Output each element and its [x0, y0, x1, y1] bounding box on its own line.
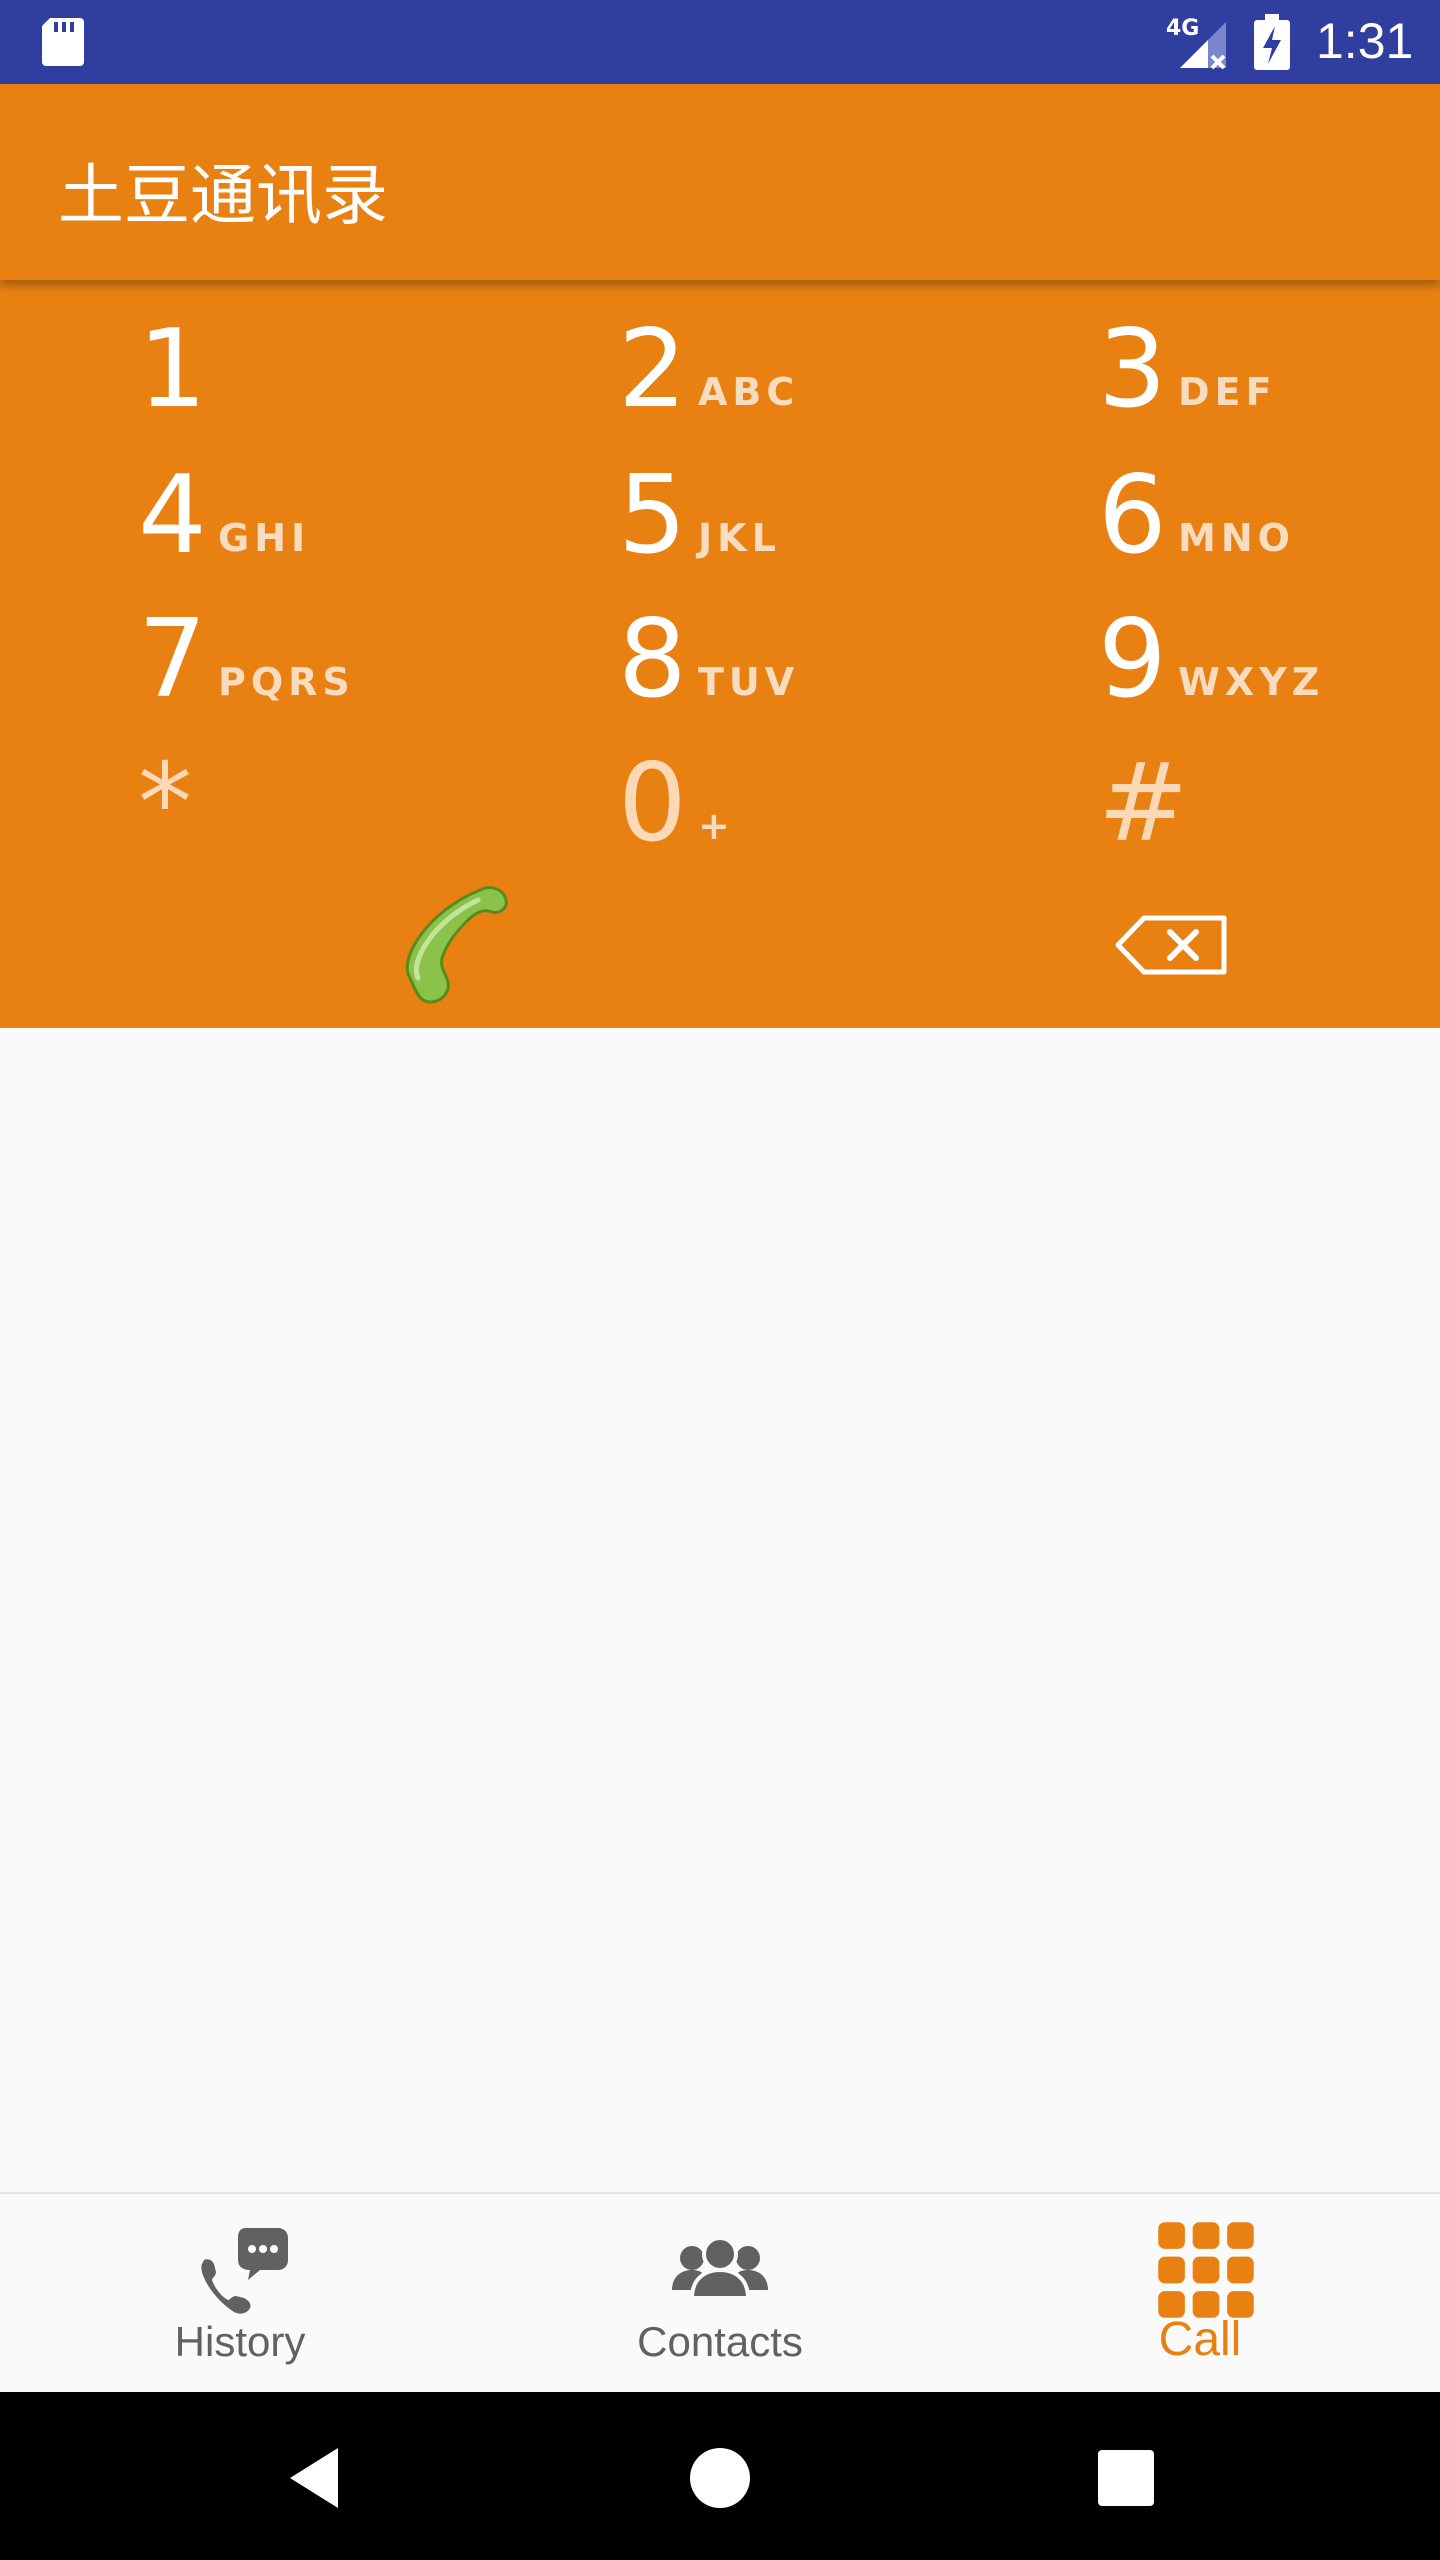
- nav-history[interactable]: History: [0, 2194, 480, 2394]
- key-letters: +: [698, 804, 735, 848]
- key-letters: DEF: [1178, 370, 1277, 414]
- nav-contacts-label: Contacts: [637, 2318, 803, 2365]
- key-letters: GHI: [218, 516, 311, 560]
- nav-contacts[interactable]: Contacts: [480, 2194, 960, 2394]
- dial-key-7[interactable]: 7 PQRS: [138, 588, 578, 728]
- dialpad-icon: [1158, 2222, 1254, 2318]
- contacts-icon: [672, 2236, 768, 2300]
- key-digit: 5: [618, 453, 687, 578]
- backspace-button[interactable]: [1114, 912, 1230, 978]
- app-title: 土豆通讯录: [58, 157, 388, 234]
- dial-key-0[interactable]: 0 +: [618, 732, 1058, 872]
- signal-icon: [1180, 22, 1226, 70]
- key-letters: PQRS: [218, 660, 355, 704]
- dial-key-3[interactable]: 3 DEF: [1098, 298, 1440, 438]
- key-digit: 3: [1098, 307, 1167, 432]
- home-icon[interactable]: [682, 2440, 758, 2516]
- nav-history-label: History: [174, 2318, 306, 2365]
- system-navigation-bar: [0, 2392, 1440, 2560]
- dial-key-6[interactable]: 6 MNO: [1098, 444, 1440, 584]
- dial-key-5[interactable]: 5 JKL: [618, 444, 1058, 584]
- key-digit: 6: [1098, 453, 1167, 578]
- key-digit: 7: [138, 597, 207, 722]
- recents-icon[interactable]: [1088, 2440, 1164, 2516]
- back-icon[interactable]: [276, 2440, 352, 2516]
- key-letters: JKL: [698, 516, 781, 560]
- dial-key-1[interactable]: 1: [138, 298, 578, 438]
- key-digit: 8: [618, 597, 687, 722]
- nav-call[interactable]: Call: [960, 2194, 1440, 2394]
- history-icon: [201, 2228, 288, 2314]
- dial-key-8[interactable]: 8 TUV: [618, 588, 1058, 728]
- dial-key-4[interactable]: 4 GHI: [138, 444, 578, 584]
- dial-key-2[interactable]: 2 ABC: [618, 298, 1058, 438]
- key-digit: 1: [138, 307, 207, 432]
- key-letters: TUV: [698, 660, 800, 704]
- app-bar: 土豆通讯录: [0, 84, 1440, 280]
- status-bar: 4G 1:31: [0, 0, 1440, 84]
- bottom-navigation: History Contacts Call: [0, 2192, 1440, 2394]
- key-digit: 9: [1098, 597, 1167, 722]
- dial-key-9[interactable]: 9 WXYZ: [1098, 588, 1440, 728]
- dial-key-hash[interactable]: #: [1098, 732, 1440, 872]
- key-digit: 0: [618, 741, 687, 866]
- nav-call-label: Call: [1158, 2313, 1242, 2366]
- key-digit: 2: [618, 307, 687, 432]
- dial-key-star[interactable]: *: [138, 732, 578, 872]
- key-digit: #: [1098, 741, 1189, 866]
- key-digit: 4: [138, 453, 207, 578]
- key-digit: *: [138, 741, 192, 866]
- backspace-icon: [1115, 915, 1227, 975]
- phone-screen: 4G 1:31 土豆通讯录 1 2 ABC 3 DEF 4 GHI 5 JKL …: [0, 0, 1440, 2560]
- key-letters: WXYZ: [1178, 660, 1325, 704]
- clock: 1:31: [1316, 13, 1414, 69]
- phone-icon: [405, 886, 508, 1004]
- key-letters: ABC: [698, 370, 800, 414]
- key-letters: MNO: [1178, 516, 1295, 560]
- sd-card-icon: [42, 18, 84, 66]
- call-button[interactable]: [396, 882, 526, 1012]
- battery-charging-icon: [1254, 14, 1290, 70]
